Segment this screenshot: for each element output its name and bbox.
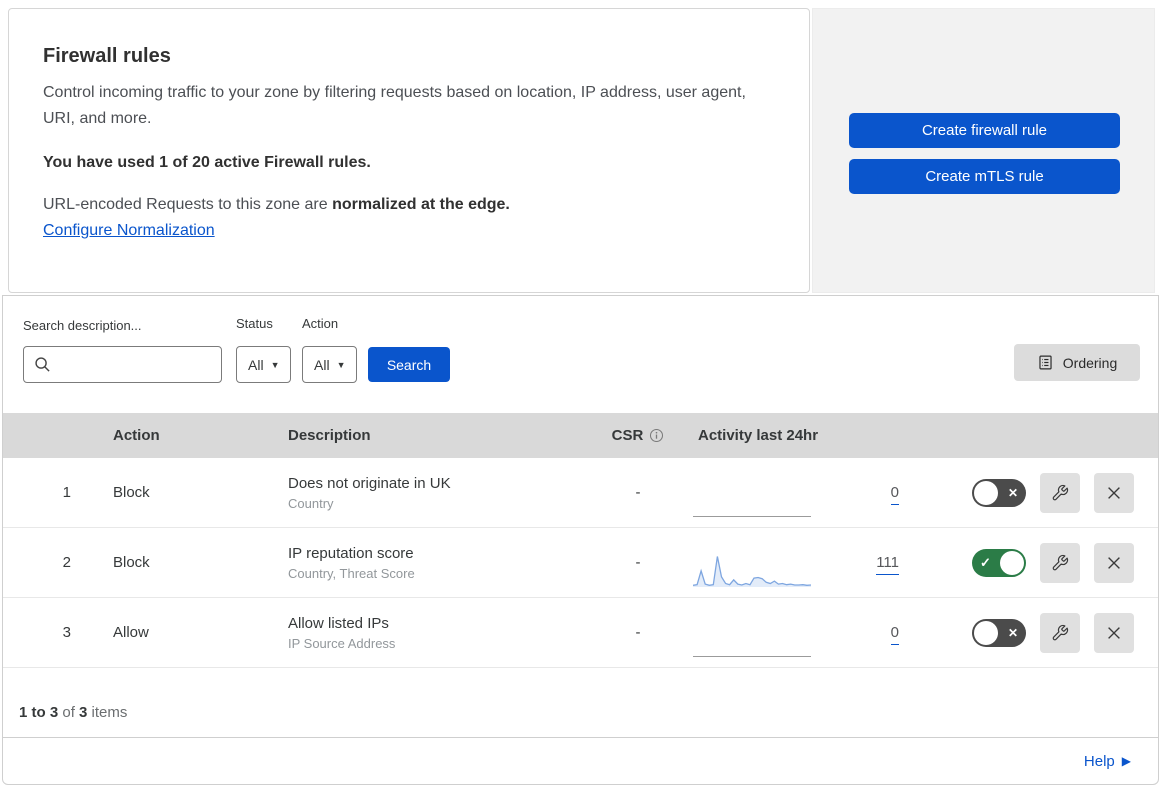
search-input[interactable] [23, 346, 222, 383]
filter-bar: Search description... Status All ▼ Actio… [3, 296, 1158, 413]
firewall-rules-card: Firewall rules Control incoming traffic … [8, 8, 810, 293]
info-icon[interactable] [649, 428, 664, 443]
normalization-note: URL-encoded Requests to this zone are no… [43, 196, 775, 214]
rule-action: Block [113, 484, 150, 501]
configure-normalization-link[interactable]: Configure Normalization [43, 222, 215, 240]
rule-priority: 3 [62, 624, 71, 641]
normalization-text: URL-encoded Requests to this zone are [43, 196, 333, 213]
wrench-icon [1051, 554, 1069, 572]
toggle-x-icon: ✕ [1007, 625, 1018, 640]
activity-sparkline [693, 554, 811, 588]
help-link[interactable]: Help ▶ [1084, 753, 1131, 770]
column-csr-label: CSR [611, 427, 644, 444]
rule-action: Allow [113, 624, 149, 641]
chevron-down-icon: ▼ [336, 359, 346, 370]
rule-csr: - [635, 554, 641, 571]
wrench-icon [1051, 624, 1069, 642]
rule-priority: 1 [62, 484, 71, 501]
pagination-range: 1 to 3 [19, 704, 59, 721]
toggle-knob [974, 620, 998, 645]
delete-rule-button[interactable] [1094, 542, 1134, 583]
toggle-knob [974, 480, 998, 505]
usage-summary: You have used 1 of 20 active Firewall ru… [43, 154, 371, 171]
rule-action: Block [113, 554, 150, 571]
rule-activity-count[interactable]: 0 [890, 484, 899, 505]
page-description: Control incoming traffic to your zone by… [43, 84, 746, 127]
rule-activity-count[interactable]: 0 [890, 624, 899, 645]
close-icon [1105, 554, 1123, 572]
table-body: 1 Block Does not originate in UK Country… [3, 458, 1158, 668]
search-label: Search description... [23, 318, 142, 333]
pagination-of: of [58, 704, 80, 721]
rule-fields: IP Source Address [288, 635, 396, 651]
help-arrow-icon: ▶ [1121, 754, 1131, 768]
search-box [23, 346, 222, 383]
close-icon [1105, 624, 1123, 642]
table-row: 1 Block Does not originate in UK Country… [3, 458, 1158, 528]
rule-fields: Country, Threat Score [288, 565, 415, 581]
rules-panel: Search description... Status All ▼ Actio… [2, 295, 1159, 785]
toggle-knob [1000, 550, 1024, 575]
table-header: Action Description CSR Activity last 24h… [3, 413, 1158, 458]
ordering-button[interactable]: Ordering [1014, 344, 1140, 381]
search-button[interactable]: Search [368, 347, 450, 382]
status-select-value: All [248, 356, 264, 373]
toggle-check-icon: ✓ [980, 554, 991, 570]
delete-rule-button[interactable] [1094, 472, 1134, 513]
close-icon [1105, 484, 1123, 502]
edit-rule-button[interactable] [1040, 542, 1080, 583]
column-action: Action [113, 427, 160, 444]
page-title: Firewall rules [43, 45, 171, 67]
table-row: 2 Block IP reputation score Country, Thr… [3, 528, 1158, 598]
activity-sparkline [693, 624, 811, 658]
wrench-icon [1051, 484, 1069, 502]
info-panel: Create firewall rule Create mTLS rule [812, 8, 1155, 293]
edit-rule-button[interactable] [1040, 612, 1080, 653]
status-select[interactable]: All ▼ [236, 346, 292, 383]
action-label: Action [302, 316, 339, 331]
ordering-label: Ordering [1062, 354, 1118, 371]
chevron-down-icon: ▼ [270, 359, 280, 370]
status-label: Status [236, 316, 273, 331]
create-firewall-rule-button[interactable]: Create firewall rule [849, 113, 1120, 148]
toggle-x-icon: ✕ [1007, 485, 1018, 500]
search-icon [34, 356, 51, 373]
table-row: 3 Allow Allow listed IPs IP Source Addre… [3, 598, 1158, 668]
activity-sparkline [693, 484, 811, 518]
action-select[interactable]: All ▼ [302, 346, 358, 383]
pagination: 1 to 3 of 3 items [3, 668, 1158, 737]
help-bar: Help ▶ [3, 737, 1158, 784]
column-activity: Activity last 24hr [698, 427, 819, 444]
normalization-bold: normalized at the edge. [332, 196, 510, 213]
action-select-value: All [314, 356, 330, 373]
rule-toggle[interactable]: ✓ ✕ [972, 548, 1026, 577]
delete-rule-button[interactable] [1094, 612, 1134, 653]
rule-description: IP reputation score [288, 544, 414, 562]
column-description: Description [288, 427, 371, 444]
help-label: Help [1083, 752, 1115, 770]
pagination-items: items [87, 704, 128, 721]
rule-csr: - [635, 484, 641, 501]
ordering-icon [1037, 354, 1054, 371]
rule-activity-count[interactable]: 111 [876, 554, 899, 575]
rule-csr: - [635, 624, 641, 641]
rule-priority: 2 [62, 554, 71, 571]
rule-description: Does not originate in UK [288, 474, 451, 492]
rule-fields: Country [288, 495, 334, 511]
column-csr: CSR [583, 427, 693, 444]
rule-toggle[interactable]: ✓ ✕ [972, 478, 1026, 507]
pagination-total: 3 [79, 704, 88, 721]
create-mtls-rule-button[interactable]: Create mTLS rule [849, 159, 1120, 194]
rule-toggle[interactable]: ✓ ✕ [972, 618, 1026, 647]
edit-rule-button[interactable] [1040, 472, 1080, 513]
rule-description: Allow listed IPs [288, 614, 389, 632]
